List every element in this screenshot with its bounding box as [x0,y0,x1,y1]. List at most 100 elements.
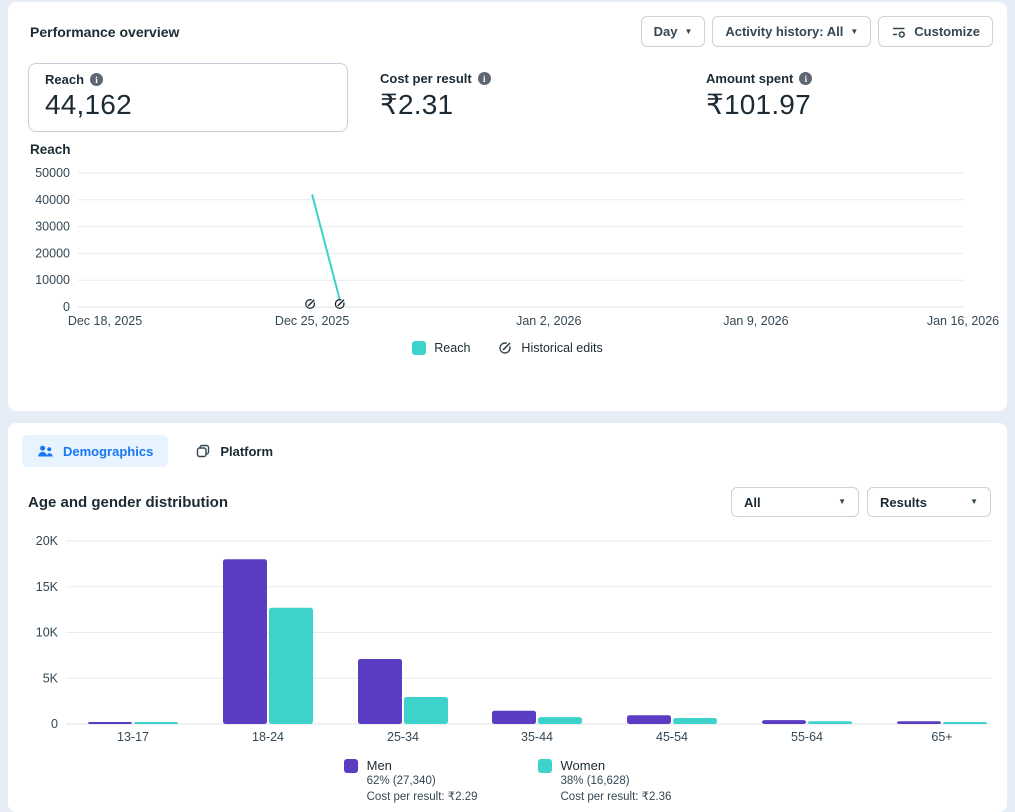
x-category-label: 35-44 [521,730,553,744]
bar-women-35-44 [538,717,582,724]
bar-men-25-34 [358,659,402,724]
y-tick-label: 30000 [35,220,70,234]
bar-men-18-24 [223,559,267,724]
chevron-down-icon: ▼ [684,26,693,36]
reach-chart-legend: Reach Historical edits [8,340,1007,355]
x-tick-label: Dec 25, 2025 [275,314,349,328]
metrics-row: Reach i 44,162 Cost per result i ₹2.31 A… [8,47,1007,132]
customize-button[interactable]: Customize [878,16,993,47]
performance-header: Performance overview Day ▼ Activity hist… [8,2,1007,47]
chevron-down-icon: ▼ [850,26,859,36]
x-tick-label: Jan 2, 2026 [516,314,581,328]
metric-label: Cost per result [380,71,472,86]
bar-women-45-54 [673,718,717,724]
tab-demographics[interactable]: Demographics [22,435,169,467]
metric-label: Reach [45,72,85,87]
breakdown-filter-label: All [744,494,761,510]
bar-men-45-54 [627,715,671,724]
info-icon[interactable]: i [90,73,104,86]
bar-women-13-17 [134,722,178,724]
bar-men-65+ [897,721,941,724]
legend-item-women: Women 38% (16,628) Cost per result: ₹2.3… [537,758,672,803]
x-category-label: 65+ [931,730,952,744]
reach-line-series [311,194,343,308]
chevron-down-icon: ▼ [838,497,846,506]
age-gender-heading: Age and gender distribution [28,493,229,511]
tab-platform[interactable]: Platform [180,435,288,467]
x-category-label: 55-64 [791,730,823,744]
x-tick-label: Jan 16, 2026 [927,314,999,328]
x-category-label: 25-34 [387,730,419,744]
x-tick-label: Dec 18, 2025 [68,314,142,328]
legend-item-men: Men 62% (27,340) Cost per result: ₹2.29 [343,758,478,803]
historical-edit-icon [498,340,513,355]
activity-history-dropdown[interactable]: Activity history: All ▼ [712,16,872,47]
metric-value: ₹101.97 [706,89,811,120]
x-category-label: 18-24 [252,730,284,744]
women-legend-label: Women [560,758,606,773]
age-gender-legend: Men 62% (27,340) Cost per result: ₹2.29 … [8,758,1007,803]
men-share: 62% (27,340) [366,775,436,787]
metric-card-amount-spent[interactable]: Amount spent i ₹101.97 [690,63,828,131]
breakdown-filter-dropdown[interactable]: All ▼ [731,487,859,517]
metric-filter-dropdown[interactable]: Results ▼ [867,487,991,517]
women-legend-swatch [537,759,552,773]
demographics-filters: All ▼ Results ▼ [731,487,991,517]
metric-card-cost-per-result[interactable]: Cost per result i ₹2.31 [364,63,674,131]
y-tick-label: 20K [36,534,59,548]
reach-legend-label: Reach [434,340,471,355]
day-granularity-label: Day [653,24,678,39]
metric-label: Amount spent [706,71,794,86]
men-cost-per-result: Cost per result: ₹2.29 [366,791,478,803]
y-tick-label: 10000 [35,273,70,287]
people-icon [37,444,54,459]
y-tick-label: 0 [51,717,58,731]
reach-chart-title: Reach [30,142,71,157]
info-icon[interactable]: i [799,72,813,85]
men-legend-label: Men [366,758,392,773]
bar-men-55-64 [762,720,806,724]
x-category-label: 13-17 [117,730,149,744]
historical-edit-marker[interactable] [305,298,316,309]
bar-women-55-64 [808,721,852,724]
legend-item-reach: Reach [412,340,471,355]
tab-demographics-label: Demographics [63,443,154,459]
men-legend-swatch [343,759,358,773]
y-tick-label: 0 [63,300,70,314]
reach-legend-swatch [412,340,427,355]
y-tick-label: 40000 [35,193,70,207]
bar-women-25-34 [404,697,448,724]
y-tick-label: 15K [36,580,59,594]
women-cost-per-result: Cost per result: ₹2.36 [560,791,672,803]
legend-item-historical-edits: Historical edits [498,340,603,355]
info-icon[interactable]: i [477,72,491,85]
historical-edit-marker[interactable] [334,298,346,309]
chevron-down-icon: ▼ [970,497,978,506]
y-tick-label: 10K [36,626,59,640]
bar-men-13-17 [88,722,132,724]
performance-title: Performance overview [30,23,180,40]
bar-women-18-24 [269,607,313,724]
y-tick-label: 5K [43,671,59,685]
age-gender-bar-chart: 0 5K 10K 15K 20K 13-17 18-24 25-34 35-44 45-54 55-… [16,527,1007,754]
customize-sliders-icon [891,24,907,40]
tab-platform-label: Platform [220,443,274,459]
bar-men-35-44 [492,710,536,724]
demographics-panel: Demographics Platform Age and gender dis… [8,423,1007,812]
customize-label: Customize [914,24,980,39]
y-tick-label: 20000 [35,246,70,260]
reach-line-chart: 50000 40000 30000 20000 10000 0 Dec 18, 2025 De… [20,161,1007,338]
x-tick-label: Jan 9, 2026 [723,314,788,328]
metric-filter-label: Results [880,494,927,510]
metric-value: ₹2.31 [380,89,454,120]
historical-edits-legend-label: Historical edits [521,340,603,355]
breakdown-tabs: Demographics Platform [8,423,1007,467]
activity-history-label: Activity history: All [725,24,844,39]
overlapping-squares-icon [195,443,211,459]
bar-women-65+ [943,721,987,724]
metric-card-reach[interactable]: Reach i 44,162 [28,63,348,132]
performance-controls: Day ▼ Activity history: All ▼ Customize [640,16,993,47]
women-share: 38% (16,628) [560,775,630,787]
y-tick-label: 50000 [35,166,70,180]
day-granularity-dropdown[interactable]: Day ▼ [640,16,706,47]
